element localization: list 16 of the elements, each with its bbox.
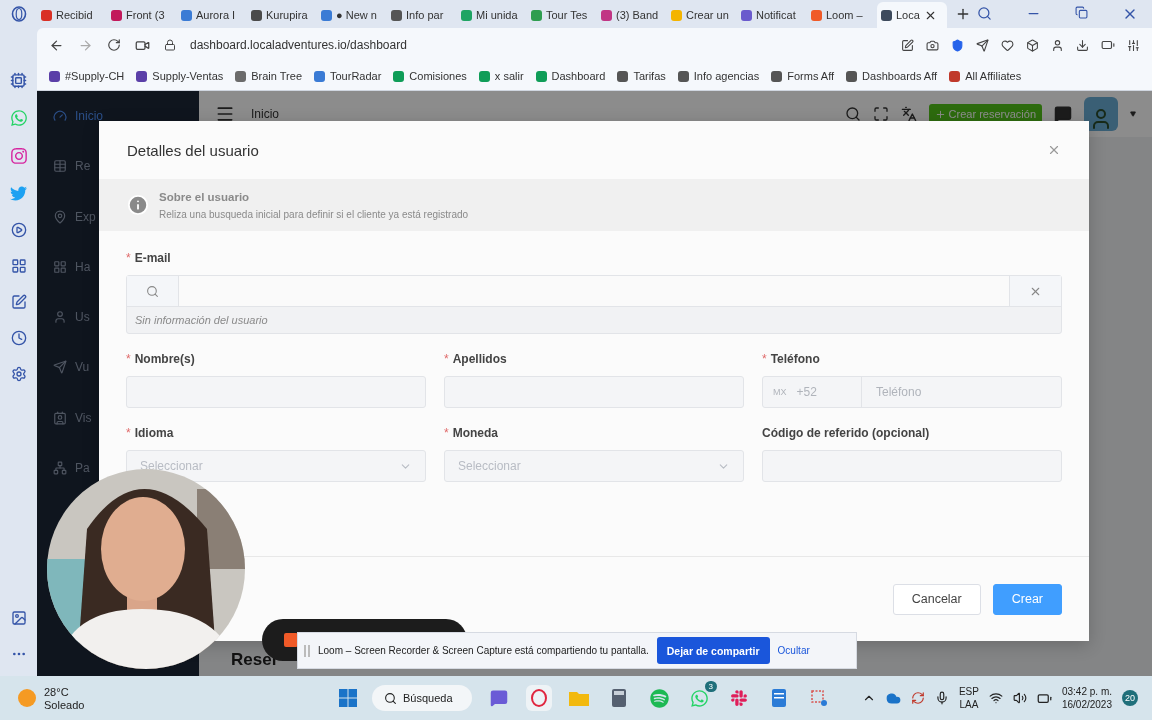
field-label: Código de referido (opcional) (762, 426, 930, 440)
hint-text: Sin información del usuario (134, 313, 269, 328)
sharing-message: Loom – Screen Recorder & Screen Capture está compartiendo tu pantalla. (318, 645, 649, 656)
weather-text: Soleado (44, 698, 85, 711)
field-label: * Teléfono (762, 352, 820, 366)
info-title: Sobre el usuario (159, 190, 251, 203)
field-label: * E-mail (126, 251, 171, 265)
breadcrumb: Inicio (251, 107, 279, 121)
field-label: * Moneda (444, 426, 498, 440)
info-text: Reliza una busqueda inicial para definir si el cliente ya está registrado (159, 208, 469, 220)
badge: 3 (704, 681, 717, 692)
temperature: 28°C (44, 685, 70, 698)
field-label: * Apellidos (444, 352, 507, 366)
field-label: * Idioma (126, 426, 174, 440)
field-label: * Nombre(s) (126, 352, 195, 366)
dialog-title: Detalles del usuario (127, 141, 259, 159)
